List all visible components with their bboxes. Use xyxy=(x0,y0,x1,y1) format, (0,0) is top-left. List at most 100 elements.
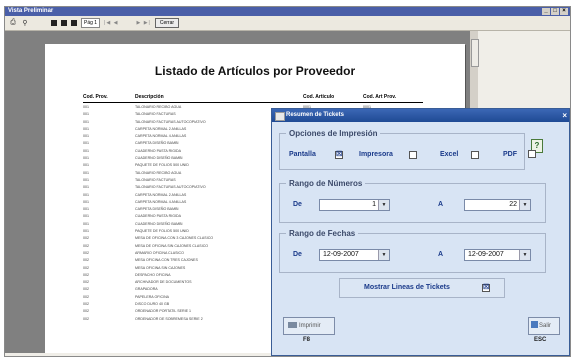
report-cell: CARPETA DISEÑO BAMBI xyxy=(135,207,179,212)
report-cell: 002 xyxy=(83,272,89,277)
dropdown-arrow-icon[interactable]: ▼ xyxy=(378,250,389,260)
report-title: Listado de Artículos por Proveedor xyxy=(154,64,356,78)
report-column-headers: Cod. Prov. Descripción Cod. Articulo Cod… xyxy=(45,94,465,102)
minimize-button[interactable]: _ xyxy=(542,8,550,15)
report-cell: CUADERNO PASTA RIGIDA xyxy=(135,214,181,219)
report-cell: CUADERNO DISEÑO BAMBI xyxy=(135,221,183,226)
exit-button-label: Salir xyxy=(539,323,552,329)
report-cell: 001 xyxy=(83,199,89,204)
report-cell: TALONARIO RECIBO AGUA xyxy=(135,105,182,109)
date-from-value: 12-09-2007 xyxy=(323,251,359,258)
report-cell: CUADERNO PASTA RIGIDA xyxy=(135,148,181,153)
show-lines-checkbox[interactable]: ☒ xyxy=(482,284,490,292)
exit-icon xyxy=(531,321,538,328)
dialog-titlebar: Resumen de Tickets × xyxy=(272,109,569,122)
report-cell: 001 xyxy=(83,214,89,219)
column-header: Cod. Prov. xyxy=(83,94,108,100)
report-cell: MESA OFICINA CON TRES CAJONES xyxy=(135,258,198,263)
report-cell: 002 xyxy=(83,280,89,285)
page-field[interactable]: Pág 1 xyxy=(81,18,101,28)
dialog-close-button[interactable]: × xyxy=(562,109,567,122)
preview-toolbar: ⎙ ⚲ Pág 1 |◀ ◀ ▶ ▶| Cerrar xyxy=(5,16,570,31)
number-to-value: 22 xyxy=(509,201,517,208)
dropdown-arrow-icon[interactable]: ▼ xyxy=(519,250,530,260)
dropdown-arrow-icon[interactable]: ▼ xyxy=(378,200,389,210)
report-cell: TALONARIO FACTURAS xyxy=(135,112,176,117)
print-options-title: Opciones de Impresión xyxy=(286,129,381,138)
excel-label: Excel xyxy=(440,151,459,158)
report-cell: 001 xyxy=(83,192,89,197)
report-cell: PAPELERA OFICINA xyxy=(135,294,170,299)
report-cell: 001 xyxy=(83,126,89,131)
report-cell: 001 xyxy=(83,163,89,168)
report-cell: 001 xyxy=(83,119,89,124)
dialog-title: Resumen de Tickets xyxy=(286,112,344,118)
report-cell: 001 xyxy=(83,229,89,234)
date-from-picker[interactable]: 12-09-2007 ▼ xyxy=(319,249,390,261)
scrollbar-thumb[interactable] xyxy=(471,39,479,67)
date-to-label: A xyxy=(438,251,444,258)
maximize-button[interactable]: □ xyxy=(551,8,559,15)
print-button[interactable]: Imprimir xyxy=(283,317,335,335)
report-cell: TALONARIO FACTURAS xyxy=(135,177,176,182)
report-cell: CUADERNO DISEÑO BAMBI xyxy=(135,156,183,161)
print-options-group: Opciones de Impresión Pantalla ☒ Impreso… xyxy=(279,129,525,170)
report-cell: 002 xyxy=(83,309,89,314)
print-shortcut: F8 xyxy=(303,337,311,343)
report-cell: 002 xyxy=(83,287,89,292)
report-cell: 001 xyxy=(83,112,89,117)
report-cell: 001 xyxy=(83,185,89,190)
zoom-icon[interactable]: ⚲ xyxy=(21,19,29,27)
report-cell: TALONARIO FACTURAS AUTOCOPIATIVO xyxy=(135,119,206,124)
exit-shortcut: ESC xyxy=(534,337,547,343)
date-to-picker[interactable]: 12-09-2007 ▼ xyxy=(464,249,531,261)
number-to-label: A xyxy=(438,201,444,208)
report-cell: 002 xyxy=(83,243,89,248)
pdf-label: PDF xyxy=(503,151,517,158)
first-prev-nav-icon[interactable]: |◀ ◀ xyxy=(104,20,118,26)
report-cell: TALONARIO FACTURAS AUTOCOPIATIVO xyxy=(135,185,206,190)
printer-icon[interactable]: ⎙ xyxy=(9,19,17,27)
report-cell: ARCHIVADOR DE DOCUMENTOS xyxy=(135,280,192,285)
pdf-checkbox[interactable] xyxy=(528,150,536,158)
exit-button[interactable]: Salir xyxy=(528,317,560,335)
number-range-title: Rango de Números xyxy=(286,179,366,188)
report-cell: 001 xyxy=(83,148,89,153)
report-cell: ORDENADOR PORTATIL SERIE 1 xyxy=(135,309,191,314)
header-rule xyxy=(83,102,423,103)
report-cell: 002 xyxy=(83,265,89,270)
excel-checkbox[interactable] xyxy=(471,151,479,159)
report-cell: 001 xyxy=(83,207,89,212)
show-lines-label: Mostrar Lineas de Tickets xyxy=(364,284,450,291)
number-to-select[interactable]: 22 ▼ xyxy=(464,199,531,211)
report-cell: 002 xyxy=(83,294,89,299)
report-cell: 001 xyxy=(83,170,89,175)
date-from-label: De xyxy=(293,251,302,258)
report-cell: ORDENADOR DE SOBREMESA SERIE 2 xyxy=(135,316,203,321)
number-from-select[interactable]: 1 ▼ xyxy=(319,199,390,211)
date-range-group: Rango de Fechas De 12-09-2007 ▼ A 12-09-… xyxy=(279,229,546,273)
printer-icon xyxy=(288,322,297,328)
report-cell: CARPETA DISEÑO BAMBI xyxy=(135,141,179,146)
report-cell: CARPETA NORMAL 4 ANILLAS xyxy=(135,199,187,204)
next-last-nav-icon[interactable]: ▶ ▶| xyxy=(136,20,150,26)
two-pages-icon[interactable] xyxy=(61,20,67,26)
pantalla-label: Pantalla xyxy=(289,151,316,158)
multi-pages-icon[interactable] xyxy=(71,20,77,26)
close-window-button[interactable]: × xyxy=(560,8,568,15)
single-page-icon[interactable] xyxy=(51,20,57,26)
report-cell: CARPETA NORMAL 4 ANILLAS xyxy=(135,134,187,139)
show-lines-box: Mostrar Lineas de Tickets ☒ xyxy=(339,278,505,298)
report-cell: 002 xyxy=(83,236,89,241)
report-cell: MESA DE OFICINA SIN CAJONES CLASICO xyxy=(135,243,209,248)
dropdown-arrow-icon[interactable]: ▼ xyxy=(519,200,530,210)
report-cell: DISCO DURO 40 GB xyxy=(135,302,170,307)
number-range-group: Rango de Números De 1 ▼ A 22 ▼ xyxy=(279,179,546,223)
report-cell: TALONARIO RECIBO AGUA xyxy=(135,170,182,175)
report-cell: MESA DE OFICINA CON 3 CAJONES CLASICO xyxy=(135,236,214,241)
close-preview-button[interactable]: Cerrar xyxy=(154,18,180,28)
impresora-checkbox[interactable] xyxy=(409,151,417,159)
report-cell: 001 xyxy=(83,105,89,109)
pantalla-checkbox[interactable]: ☒ xyxy=(335,151,343,159)
date-range-title: Rango de Fechas xyxy=(286,229,359,238)
